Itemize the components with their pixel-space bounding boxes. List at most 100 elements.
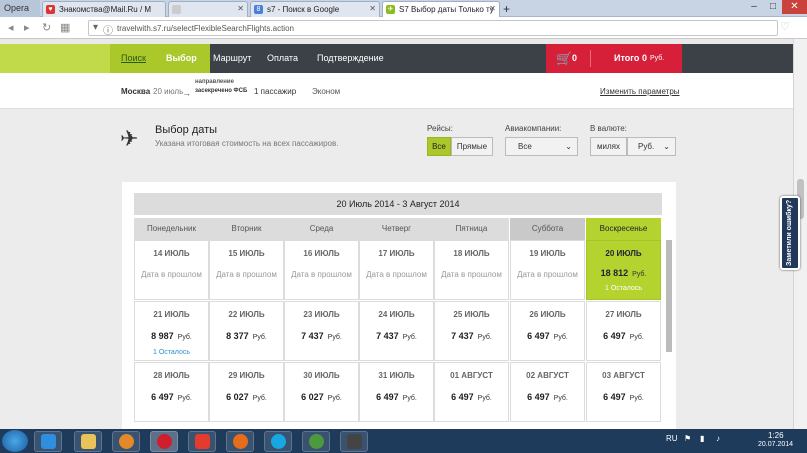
calendar-day-cell[interactable]: 20 ИЮЛЬ 18 812 Руб. 1 Осталось xyxy=(586,240,661,300)
calendar-day-cell[interactable]: 30 ИЮЛЬ 6 027 Руб. xyxy=(284,362,359,422)
taskbar-opera[interactable] xyxy=(150,431,178,452)
tray-network-icon[interactable]: ▮ xyxy=(700,434,704,443)
airlines-select[interactable]: Все ⌄ xyxy=(505,137,578,156)
price-value: 6 497 xyxy=(603,331,626,341)
opera-label: Opera xyxy=(4,3,30,13)
speed-dial-icon[interactable]: ▦ xyxy=(60,21,70,34)
calendar-day-cell[interactable]: 03 АВГУСТ 6 497 Руб. xyxy=(586,362,661,422)
tab-mail[interactable]: ♥ Знакомства@Mail.Ru / М xyxy=(42,1,166,17)
reload-icon[interactable]: ↻ xyxy=(42,21,51,34)
tray-volume-icon[interactable]: ♪ xyxy=(716,434,720,443)
calendar-day-cell[interactable]: 31 ИЮЛЬ 6 497 Руб. xyxy=(359,362,434,422)
skype-icon xyxy=(271,434,286,449)
step-search-bg xyxy=(0,44,110,73)
tab-blank[interactable]: ✕ xyxy=(168,1,248,17)
origin-city: Москва xyxy=(121,87,151,96)
taskbar-explorer[interactable] xyxy=(74,431,102,452)
calendar-day-cell[interactable]: 23 ИЮЛЬ 7 437 Руб. xyxy=(284,301,359,361)
start-button[interactable] xyxy=(2,430,28,452)
scroll-thumb[interactable] xyxy=(666,240,672,352)
taskbar-skype[interactable] xyxy=(264,431,292,452)
calendar-day-cell[interactable]: 02 АВГУСТ 6 497 Руб. xyxy=(510,362,585,422)
clock-date[interactable]: 20.07.2014 xyxy=(758,441,793,448)
url-field[interactable]: ▾ ⓘ travelwith.s7.ru/selectFlexibleSearc… xyxy=(88,20,778,37)
day-date: 24 ИЮЛЬ xyxy=(378,310,415,319)
tab-label: s7 - Поиск в Google xyxy=(267,5,340,14)
flights-all-button[interactable]: Все xyxy=(427,137,451,156)
day-date: 25 ИЮЛЬ xyxy=(453,310,490,319)
taskbar-yandex[interactable] xyxy=(188,431,216,452)
google-icon: 8 xyxy=(254,5,263,14)
tab-s7[interactable]: ✈ S7 Выбор даты Только ту ✕ xyxy=(382,1,500,17)
airlines-label: Авиакомпании: xyxy=(505,124,562,133)
day-date: 31 ИЮЛЬ xyxy=(378,371,415,380)
language-indicator[interactable]: RU xyxy=(666,434,678,443)
change-params-link[interactable]: Изменить параметры xyxy=(600,87,680,96)
day-date: 18 ИЮЛЬ xyxy=(453,249,490,258)
cart-box[interactable]: 🛒 0 Итого 0 Руб. xyxy=(546,44,682,73)
total-label: Итого xyxy=(614,53,640,63)
past-date-note: Дата в прошлом xyxy=(291,270,352,279)
clock-time[interactable]: 1:26 xyxy=(768,431,784,440)
total-currency: Руб. xyxy=(650,55,665,62)
calendar-day-cell[interactable]: 26 ИЮЛЬ 6 497 Руб. xyxy=(510,301,585,361)
day-price: 8 377 Руб. xyxy=(210,331,283,341)
bookmark-icon[interactable]: ♡ xyxy=(780,20,790,33)
day-price: 6 497 Руб. xyxy=(587,392,660,402)
day-date: 21 ИЮЛЬ xyxy=(153,310,190,319)
price-currency: Руб. xyxy=(553,395,568,402)
back-icon[interactable]: ◂ xyxy=(8,21,14,34)
day-date: 22 ИЮЛЬ xyxy=(228,310,265,319)
new-tab-button[interactable]: + xyxy=(503,2,510,16)
close-icon[interactable]: ✕ xyxy=(489,4,496,13)
calendar-day-cell[interactable]: 01 АВГУСТ 6 497 Руб. xyxy=(434,362,509,422)
calendar-day-cell[interactable]: 27 ИЮЛЬ 6 497 Руб. xyxy=(586,301,661,361)
close-window-button[interactable]: ✕ xyxy=(782,0,807,14)
calendar-day-cell[interactable]: 22 ИЮЛЬ 8 377 Руб. xyxy=(209,301,284,361)
maximize-button[interactable]: □ xyxy=(764,0,782,14)
travel-date: 20 июль xyxy=(153,87,184,96)
calendar-day-cell[interactable]: 29 ИЮЛЬ 6 027 Руб. xyxy=(209,362,284,422)
destination: засекречено ФСБ xyxy=(195,88,248,94)
info-icon[interactable]: ⓘ xyxy=(103,22,113,37)
day-price: 7 437 Руб. xyxy=(360,331,433,341)
step-search[interactable]: Поиск xyxy=(121,44,146,73)
currency-value: Руб. xyxy=(638,142,655,151)
taskbar-chrome[interactable] xyxy=(302,431,330,452)
currency-rub-select[interactable]: Руб. ⌄ xyxy=(627,137,676,156)
dropdown-icon[interactable]: ▾ xyxy=(93,22,98,33)
currency-miles-button[interactable]: милях xyxy=(590,137,627,156)
calendar-day-cell[interactable]: 25 ИЮЛЬ 7 437 Руб. xyxy=(434,301,509,361)
day-date: 29 ИЮЛЬ xyxy=(228,371,265,380)
minimize-button[interactable]: – xyxy=(744,0,764,14)
close-icon[interactable]: ✕ xyxy=(237,4,244,13)
taskbar-ie[interactable] xyxy=(34,431,62,452)
calendar-day-cell: 14 ИЮЛЬ Дата в прошлом xyxy=(134,240,209,300)
calendar-day-cell[interactable]: 24 ИЮЛЬ 7 437 Руб. xyxy=(359,301,434,361)
opera-menu-button[interactable]: Opera xyxy=(0,0,40,17)
calendar-day-cell[interactable]: 28 ИЮЛЬ 6 497 Руб. xyxy=(134,362,209,422)
tab-google[interactable]: 8 s7 - Поиск в Google ✕ xyxy=(250,1,380,17)
taskbar-app[interactable] xyxy=(340,431,368,452)
yandex-icon xyxy=(195,434,210,449)
price-value: 6 497 xyxy=(376,392,399,402)
report-error-button[interactable]: Заметили ошибку? xyxy=(780,196,800,270)
past-date-note: Дата в прошлом xyxy=(517,270,578,279)
taskbar-firefox[interactable] xyxy=(226,431,254,452)
price-value: 6 497 xyxy=(527,392,550,402)
arrow-icon: → xyxy=(182,88,191,98)
forward-icon[interactable]: ▸ xyxy=(24,21,30,34)
airlines-value: Все xyxy=(518,142,532,151)
step-confirm: Подтверждение xyxy=(317,53,384,63)
taskbar-media[interactable] xyxy=(112,431,140,452)
price-currency: Руб. xyxy=(327,395,342,402)
close-icon[interactable]: ✕ xyxy=(369,4,376,13)
flights-direct-button[interactable]: Прямые xyxy=(451,137,493,156)
calendar-scrollbar[interactable] xyxy=(666,240,673,430)
calendar-day-cell[interactable]: 21 ИЮЛЬ 8 987 Руб. 1 Осталось xyxy=(134,301,209,361)
day-date: 19 ИЮЛЬ xyxy=(529,249,566,258)
day-date: 23 ИЮЛЬ xyxy=(303,310,340,319)
tray-flag-icon[interactable]: ⚑ xyxy=(684,434,691,443)
weekday-header: Среда xyxy=(284,218,359,240)
price-value: 8 987 xyxy=(151,331,174,341)
